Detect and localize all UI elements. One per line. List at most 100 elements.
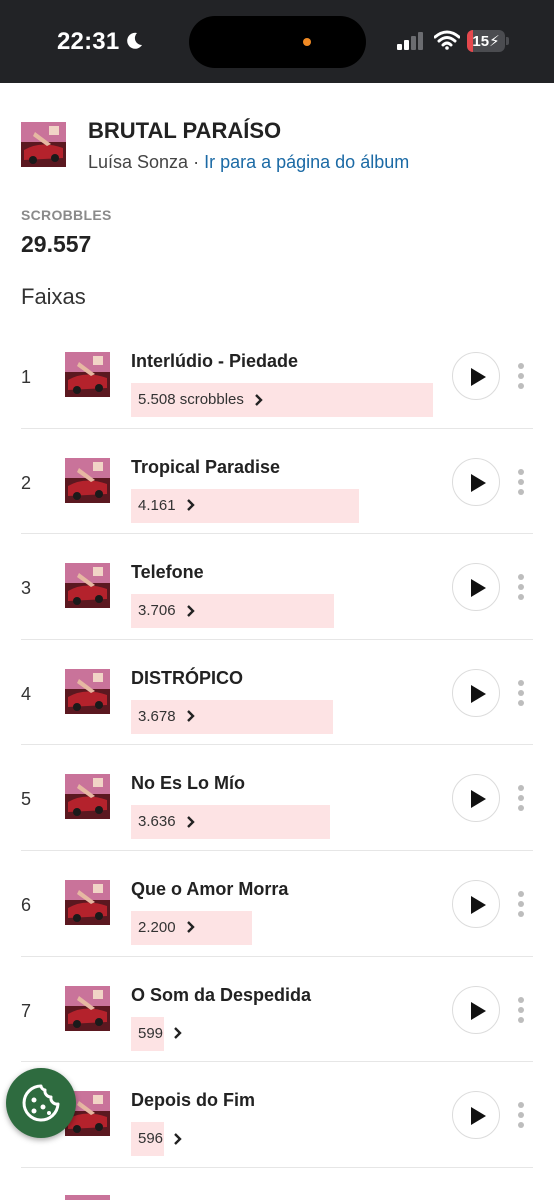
more-options-icon[interactable]	[514, 785, 528, 812]
scrobbles-label: SCROBBLES	[21, 207, 112, 223]
wifi-icon	[434, 30, 460, 50]
track-cover-image[interactable]	[65, 563, 110, 609]
more-options-icon[interactable]	[514, 679, 528, 706]
play-icon	[471, 684, 486, 703]
scrobble-count-link[interactable]: 599	[131, 1025, 183, 1042]
track-number: 1	[21, 367, 32, 387]
status-time: 22:31	[57, 28, 120, 55]
scrobble-count-link[interactable]: 4.161	[131, 497, 196, 514]
track-cover-image[interactable]	[65, 985, 110, 1031]
track-row: 3 Telefone 3.706	[0, 534, 554, 640]
scrobble-count: 3.678	[138, 707, 176, 725]
track-name[interactable]: O Som da Despedida	[131, 985, 311, 1006]
scrobble-count-link[interactable]: 2.200	[131, 919, 196, 936]
play-icon	[471, 1001, 486, 1020]
scrobble-count-link[interactable]: 3.706	[131, 602, 196, 619]
track-row: 6 Que o Amor Morra 2.200	[0, 851, 554, 957]
scrobble-count-link[interactable]: 5.508 scrobbles	[131, 391, 264, 408]
play-icon	[471, 790, 486, 809]
play-button[interactable]	[452, 985, 500, 1034]
chevron-right-icon	[174, 1027, 182, 1039]
album-subtitle: Luísa Sonza · Ir para a página do álbum	[88, 152, 409, 173]
track-number: 7	[21, 1000, 32, 1021]
track-list: 1 Interlúdio - Piedade 5.508 scrobbles 2…	[0, 323, 554, 1200]
track-number: 5	[21, 789, 32, 810]
track-name[interactable]: No Es Lo Mío	[131, 773, 245, 794]
play-button[interactable]	[452, 668, 500, 717]
track-row: 5 No Es Lo Mío 3.636	[0, 745, 554, 851]
track-name[interactable]: DISTRÓPICO	[131, 668, 243, 689]
chevron-right-icon	[186, 816, 195, 828]
chevron-right-icon	[186, 499, 195, 511]
track-cover-image[interactable]	[65, 352, 110, 397]
chevron-right-icon	[186, 710, 195, 723]
play-icon	[471, 368, 486, 386]
track-cover-image[interactable]	[65, 457, 110, 503]
chevron-right-icon	[186, 604, 195, 617]
more-options-icon[interactable]	[514, 468, 528, 495]
battery-level: 15⚡	[472, 33, 500, 50]
scrobbles-total: 29.557	[21, 231, 92, 257]
track-name[interactable]: Tropical Paradise	[131, 457, 280, 478]
chevron-right-icon	[174, 1132, 182, 1145]
track-name[interactable]: Que o Amor Morra	[131, 879, 288, 900]
track-cover-image	[65, 1195, 110, 1200]
scrobble-count: 599	[138, 1024, 164, 1042]
track-cover-image[interactable]	[65, 879, 110, 925]
track-row: 1 Interlúdio - Piedade 5.508 scrobbles	[0, 323, 554, 429]
play-button[interactable]	[452, 457, 500, 506]
more-options-icon[interactable]	[514, 890, 528, 917]
moon-icon	[127, 32, 142, 49]
status-bar: 22:31 15⚡	[0, 0, 554, 83]
more-options-icon[interactable]	[514, 996, 528, 1023]
scrobble-count: 2.200	[138, 918, 176, 936]
scrobble-count-link[interactable]: 596	[131, 1130, 183, 1147]
more-options-icon[interactable]	[514, 1102, 528, 1129]
play-button[interactable]	[452, 774, 500, 823]
play-button[interactable]	[452, 879, 500, 928]
signal-icon	[397, 32, 423, 50]
play-button[interactable]	[452, 1091, 500, 1140]
more-options-icon[interactable]	[514, 363, 528, 389]
battery-charging-icon: 15⚡	[467, 30, 509, 52]
album-page-link[interactable]: Ir para a página do álbum	[204, 152, 409, 172]
play-button[interactable]	[452, 563, 500, 612]
chevron-right-icon	[186, 921, 195, 934]
privacy-indicator	[303, 38, 311, 46]
scrobble-count: 3.706	[138, 602, 176, 620]
play-icon	[471, 473, 486, 492]
more-options-icon[interactable]	[514, 574, 528, 601]
track-row: 7 O Som da Despedida 599	[0, 957, 554, 1063]
track-number: 2	[21, 472, 32, 493]
play-icon	[471, 895, 486, 914]
scrobble-count: 5.508 scrobbles	[138, 391, 244, 408]
track-number: 4	[21, 683, 32, 704]
cookie-settings-button[interactable]	[6, 1068, 76, 1138]
track-name[interactable]: Telefone	[131, 562, 204, 583]
tracks-heading: Faixas	[21, 284, 86, 309]
track-row: 4 DISTRÓPICO 3.678	[0, 640, 554, 746]
scrobble-count: 3.636	[138, 813, 176, 831]
track-row: 2 Tropical Paradise 4.161	[0, 429, 554, 535]
play-icon	[471, 579, 486, 598]
track-number: 6	[21, 894, 32, 915]
track-name[interactable]: Depois do Fim	[131, 1090, 255, 1111]
track-cover-image[interactable]	[65, 668, 110, 714]
artist-name[interactable]: Luísa Sonza	[88, 152, 188, 172]
scrobble-count-link[interactable]: 3.678	[131, 708, 196, 725]
chevron-right-icon	[255, 393, 263, 406]
scrobble-count: 4.161	[138, 496, 176, 514]
subtitle-separator: ·	[188, 152, 205, 172]
album-cover-image[interactable]	[21, 122, 66, 167]
play-icon	[471, 1107, 486, 1126]
track-row: 8 Depois do Fim 596	[0, 1062, 554, 1168]
track-name[interactable]: Interlúdio - Piedade	[131, 351, 298, 372]
scrobble-count: 596	[138, 1130, 164, 1148]
cookie-icon	[22, 1084, 60, 1122]
album-title: BRUTAL PARAÍSO	[88, 118, 282, 143]
play-button[interactable]	[452, 352, 500, 400]
scrobble-count-link[interactable]: 3.636	[131, 813, 196, 830]
dynamic-island	[189, 16, 366, 68]
track-cover-image[interactable]	[65, 774, 110, 820]
track-number: 3	[21, 578, 32, 599]
